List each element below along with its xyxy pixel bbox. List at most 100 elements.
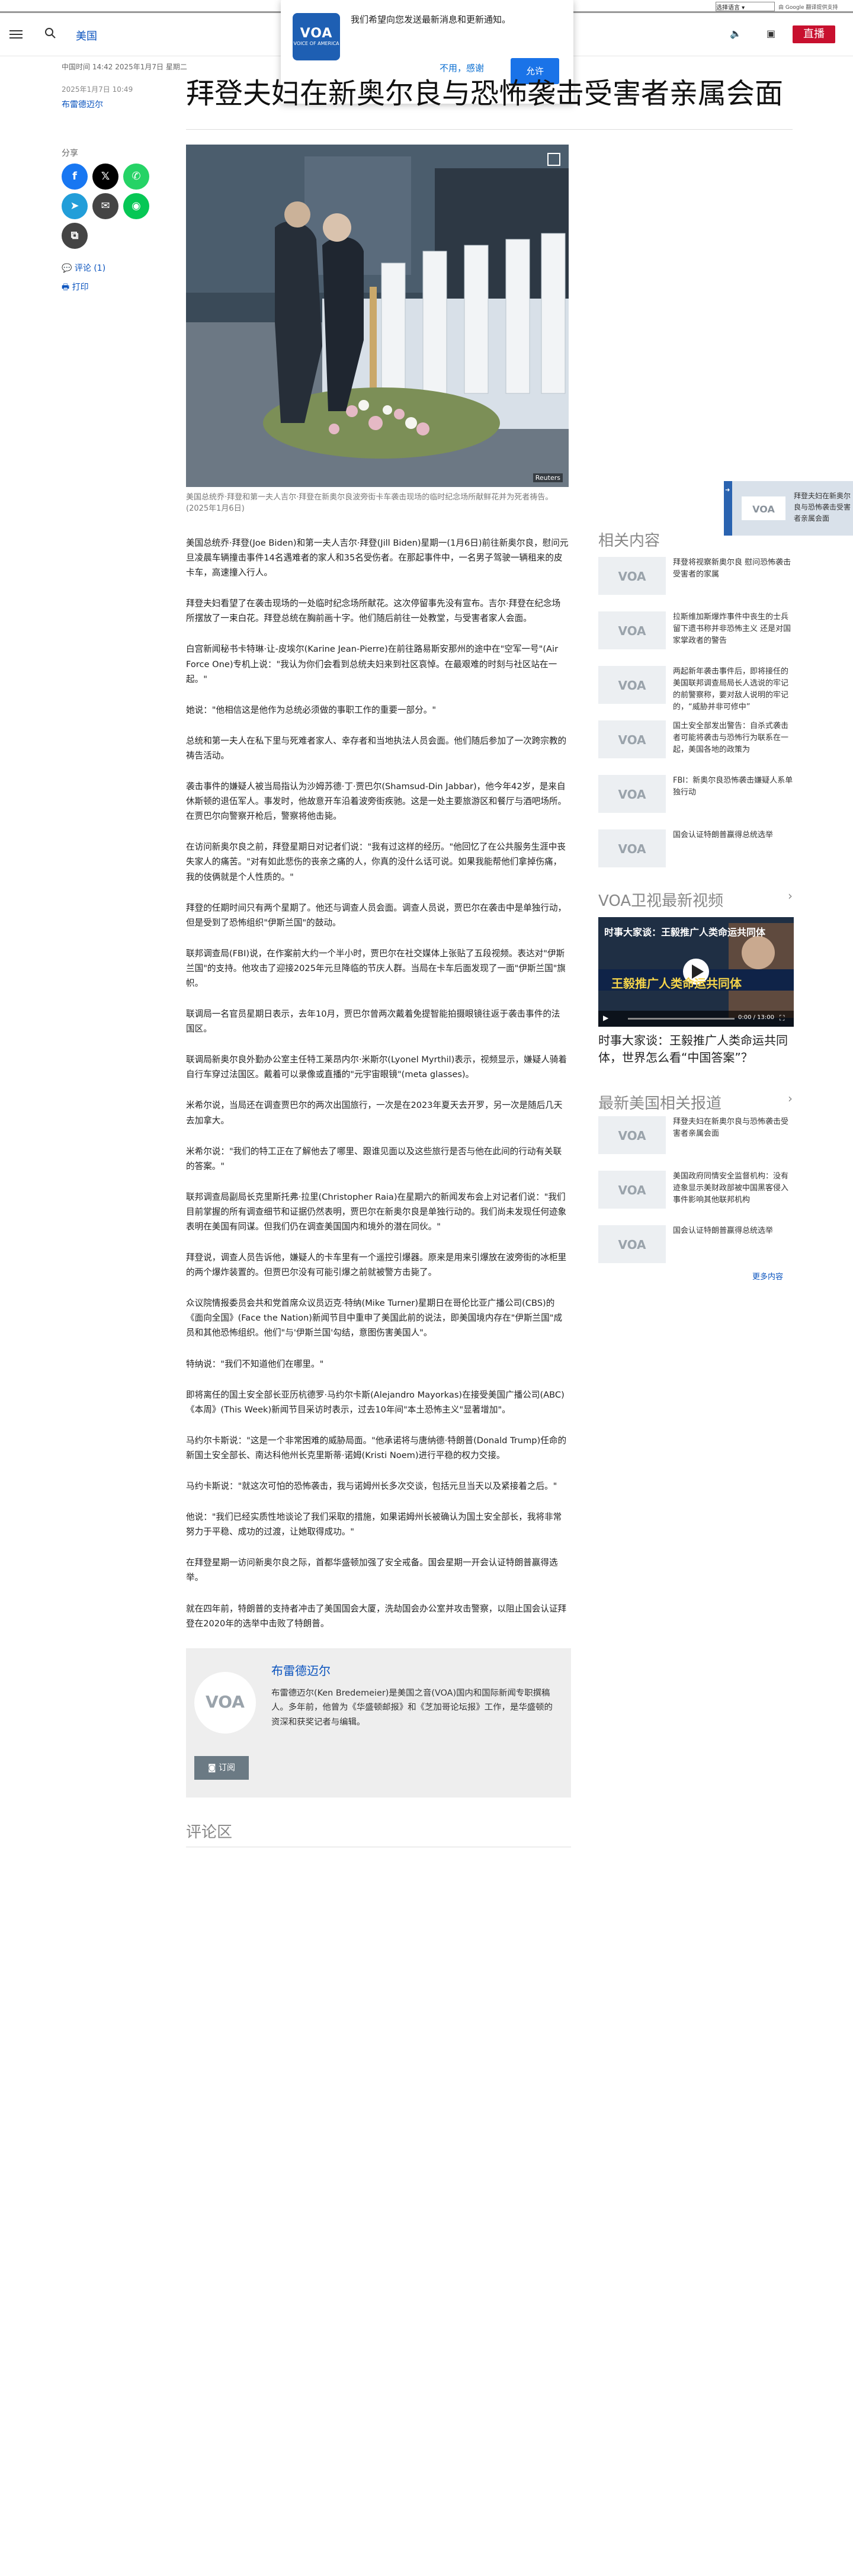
expand-arrow-icon[interactable]: ➜ — [725, 487, 730, 494]
article-paragraph: 联邦调查局(FBI)说，在作案前大约一个半小时，贾巴尔在社交媒体上张贴了五段视频… — [186, 948, 566, 988]
video-overlay-text: 王毅推广人类命运共同体 — [611, 976, 742, 991]
svg-text:VOA: VOA — [618, 1238, 646, 1252]
latest-heading-label: 最新美国相关报道 — [598, 1095, 722, 1113]
rail-item-title: 拜登将视察新奥尔良 慰问恐怖袭击受害者的家属 — [673, 558, 791, 579]
page-title: 拜登夫妇在新奥尔良与恐怖袭击受害者亲属会面 — [186, 77, 784, 110]
voa-logo-icon: VOA — [598, 829, 666, 867]
article-paragraph: 白宫新闻秘书卡特琳·让-皮埃尔(Karine Jean-Pierre)在前往路易… — [186, 644, 559, 684]
telegram-icon[interactable]: ➤ — [62, 193, 88, 219]
rail-item[interactable]: VOA 拉斯维加斯爆炸事件中丧生的士兵留下遗书称并非恐怖主义 还是对国家掌政者的警… — [598, 611, 794, 655]
article-paragraph: 即将离任的国土安全部长亚历杭德罗·马约尔卡斯(Alejandro Mayorka… — [186, 1389, 565, 1415]
voa-logo-icon: VOA — [742, 496, 785, 520]
print-link-label: 打印 — [72, 283, 89, 292]
facebook-icon[interactable]: f — [62, 164, 88, 190]
article-paragraph: 联邦调查局副局长克里斯托弗·拉里(Christopher Raia)在星期六的新… — [186, 1191, 567, 1232]
search-icon[interactable] — [44, 27, 57, 40]
article-paragraph: 马约尔卡斯说："这是一个非常困难的威胁局面。"他承诺将与唐纳德·特朗普(Dona… — [186, 1435, 567, 1460]
article-paragraph: 美国总统乔·拜登(Joe Biden)和第一夫人吉尔·拜登(Jill Biden… — [186, 538, 569, 578]
subscribe-button[interactable]: ◙ 订阅 — [194, 1756, 249, 1780]
voa-logo: VOA VOICE OF AMERICA — [293, 13, 340, 60]
article-paragraph: 特纳说："我们不知道他们在哪里。" — [186, 1359, 324, 1369]
voa-logo-subtext: VOICE OF AMERICA — [293, 41, 339, 46]
voa-logo-icon: VOA — [598, 1116, 666, 1154]
divider — [186, 129, 793, 130]
fullscreen-icon[interactable] — [547, 153, 560, 166]
video-heading[interactable]: VOA卫视最新视频 › — [598, 889, 793, 911]
svg-text:VOA: VOA — [752, 504, 775, 515]
menu-icon[interactable] — [9, 28, 23, 41]
author-bio: 布雷德迈尔(Ken Bredemeier)是美国之音(VOA)国内和国际新闻专职… — [271, 1689, 553, 1727]
article-paragraph: 袭击事件的嫌疑人被当局指认为沙姆苏德·丁·贾巴尔(Shamsud-Din Jab… — [186, 781, 567, 822]
audio-icon[interactable]: 🔈 — [730, 28, 742, 39]
line-icon[interactable]: ◉ — [123, 193, 149, 219]
author-name[interactable]: 布雷德迈尔 — [271, 1661, 331, 1678]
language-select-label: 选择语言 — [716, 5, 740, 11]
rail-item[interactable]: VOA 国会认证特朗普赢得总统选举 — [598, 1225, 794, 1269]
rail-item[interactable]: VOA 国会认证特朗普赢得总统选举 — [598, 829, 794, 873]
article-paragraph: 米希尔说，当局还在调查贾巴尔的两次出国旅行，一次是在2023年夏天去开罗，另一次… — [186, 1100, 563, 1126]
x-icon[interactable]: 𝕏 — [92, 164, 118, 190]
section-link[interactable]: 美国 — [76, 28, 97, 43]
fullscreen-video-icon[interactable]: ⛶ — [780, 1014, 784, 1023]
article-paragraph: 就在四年前，特朗普的支持者冲击了美国国会大厦，洗劫国会办公室并攻击警察，以阻止国… — [186, 1603, 567, 1629]
rail-item[interactable]: VOA 国土安全部发出警告：自杀式袭击者可能将袭击与恐怖行为联系在一起，美国各地的… — [598, 720, 794, 764]
live-button[interactable]: 直播 — [793, 25, 835, 43]
voa-logo-icon: VOA — [206, 1692, 245, 1712]
article-paragraph: 他说："我们已经实质性地谈论了我们采取的措施，如果诺姆州长被确认为国土安全部长，… — [186, 1512, 562, 1537]
comments-link[interactable]: 💬 评论 (1) — [62, 262, 105, 274]
photo-credit: Reuters — [533, 473, 563, 482]
play-icon[interactable]: ▶ — [603, 1014, 608, 1022]
language-select[interactable]: 选择语言 ▾ — [716, 2, 775, 11]
article-paragraph: 在拜登星期一访问新奥尔良之际，首都华盛顿加强了安全戒备。国会星期一开会认证特朗普… — [186, 1558, 558, 1583]
rail-item[interactable]: VOA FBI：新奥尔良恐怖袭击嫌疑人系单独行动 — [598, 775, 794, 819]
video-thumb-text: 时事大家谈：王毅推广人类命运共同体 — [604, 927, 766, 938]
article-paragraph: 拜登的任期时间只有两个星期了。他还与调查人员会面。调查人员说，贾巴尔在袭击中是单… — [186, 902, 567, 928]
svg-text:VOA: VOA — [618, 678, 646, 693]
voa-logo-icon: VOA — [598, 775, 666, 813]
rail-item-title: 美国政府同情安全监督机构：没有迹象显示美财政部被中国黑客侵入事件影响其他联邦机构 — [673, 1172, 789, 1205]
rail-item[interactable]: VOA 美国政府同情安全监督机构：没有迹象显示美财政部被中国黑客侵入事件影响其他联… — [598, 1171, 794, 1215]
article-body: 美国总统乔·拜登(Joe Biden)和第一夫人吉尔·拜登(Jill Biden… — [186, 536, 569, 1693]
share-label: 分享 — [62, 149, 78, 158]
article-paragraph: 总统和第一夫人在私下里与死难者家人、幸存者和当地执法人员会面。他们随后参加了一次… — [186, 735, 567, 761]
voa-logo-icon: VOA — [598, 1171, 666, 1209]
rail-item[interactable]: VOA 拜登夫妇在新奥尔良与恐怖袭击受害者亲属会面 — [598, 1116, 794, 1160]
byline-author[interactable]: 布雷德迈尔 — [62, 98, 103, 110]
voa-logo-icon: VOA — [598, 666, 666, 704]
rail-item-title: 国土安全部发出警告：自杀式袭击者可能将袭击与恐怖行为联系在一起，美国各地的政策为 — [673, 722, 789, 755]
video-player[interactable]: 时事大家谈：王毅推广人类命运共同体 王毅推广人类命运共同体 ▶ 0:00 / 1… — [598, 917, 794, 1027]
floating-article-card[interactable]: ➜ VOA 拜登夫妇在新奥尔良与恐怖袭击受害者亲属会面 — [724, 481, 853, 536]
video-heading-label: VOA卫视最新视频 — [598, 892, 724, 910]
video-time: 0:00 / 13:00 — [738, 1014, 775, 1021]
memorial-photo — [186, 145, 569, 487]
rail-item[interactable]: VOA 拜登将视察新奥尔良 慰问恐怖袭击受害者的家属 — [598, 557, 794, 601]
floating-card-title: 拜登夫妇在新奥尔良与恐怖袭击受害者亲属会面 — [794, 492, 851, 523]
video-title[interactable]: 时事大家谈：王毅推广人类命运共同体，世界怎么看“中国答案”？ — [598, 1032, 794, 1066]
voa-logo-icon: VOA — [598, 557, 666, 595]
voa-logo-icon: VOA — [598, 720, 666, 758]
latest-heading[interactable]: 最新美国相关报道 › — [598, 1091, 793, 1113]
chevron-right-icon: › — [788, 1091, 793, 1106]
image-caption: 美国总统乔·拜登和第一夫人吉尔·拜登在新奥尔良波旁街卡车袭击现场的临时纪念场所献… — [186, 493, 553, 513]
video-icon[interactable]: ▣ — [767, 28, 775, 39]
svg-text:VOA: VOA — [618, 569, 646, 584]
svg-text:VOA: VOA — [618, 1183, 646, 1197]
more-link[interactable]: 更多内容 — [752, 1270, 783, 1281]
comments-heading: 评论区 — [186, 1820, 571, 1847]
rail-item[interactable]: VOA 两起新年袭击事件后，即将接任的美国联邦调查局局长人选说的牢记的前警察称，要… — [598, 666, 794, 712]
subscribe-label: 订阅 — [219, 1763, 236, 1773]
whatsapp-icon[interactable]: ✆ — [123, 164, 149, 190]
svg-text:VOA: VOA — [206, 1692, 245, 1712]
popup-decline-button[interactable]: 不用，感谢 — [440, 62, 484, 74]
voa-logo-icon: VOA — [598, 1225, 666, 1263]
print-link[interactable]: 🖶 打印 — [62, 281, 89, 295]
article-paragraph: 马约卡斯说："就这次可怕的恐怖袭击，我与诺姆州长多次交谈，包括元旦当天以及紧接着… — [186, 1481, 557, 1492]
author-avatar: VOA — [194, 1672, 256, 1734]
voa-logo-icon: VOA — [598, 611, 666, 649]
chevron-right-icon: › — [788, 889, 793, 903]
email-icon[interactable]: ✉ — [92, 193, 118, 219]
hero-image: Reuters — [186, 145, 569, 487]
copy-link-icon[interactable]: ⧉ — [62, 223, 88, 249]
rss-icon: ◙ — [207, 1763, 216, 1773]
article-paragraph: 她说："他相信这是他作为总统必须做的事职工作的重要一部分。" — [186, 704, 437, 715]
